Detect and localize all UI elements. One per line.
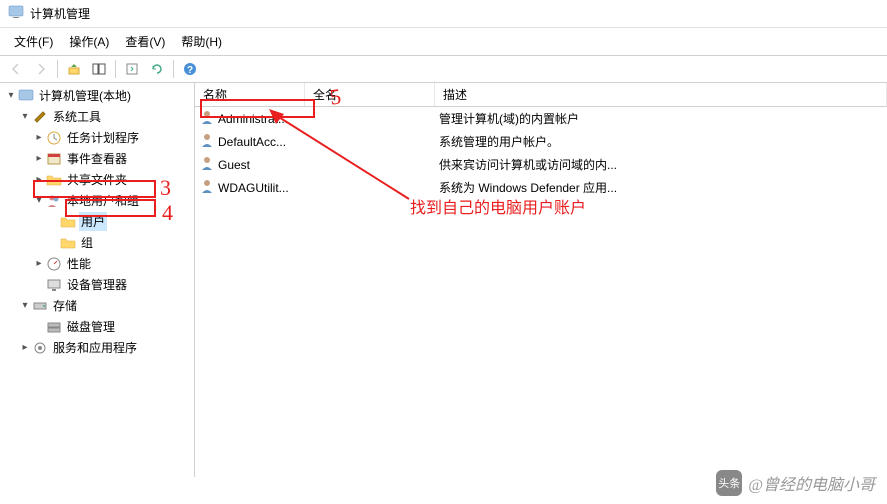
tree-event-viewer[interactable]: ▸ 事件查看器 xyxy=(0,148,194,169)
tools-icon xyxy=(32,109,48,125)
tree-label: 计算机管理(本地) xyxy=(37,86,133,105)
separator xyxy=(173,60,174,78)
tree-label: 存储 xyxy=(51,296,79,315)
column-name[interactable]: 名称 xyxy=(195,83,305,106)
window-title: 计算机管理 xyxy=(30,5,90,22)
tree-label: 磁盘管理 xyxy=(65,317,117,336)
user-name: WDAGUtilit... xyxy=(218,181,289,195)
column-fullname[interactable]: 全名 xyxy=(305,83,435,106)
menu-file[interactable]: 文件(F) xyxy=(6,30,61,53)
tree-label: 任务计划程序 xyxy=(65,128,141,147)
svg-text:?: ? xyxy=(187,65,193,76)
user-icon xyxy=(199,178,215,197)
toolbar: ? xyxy=(0,56,887,83)
user-icon xyxy=(199,132,215,151)
tree-label: 本地用户和组 xyxy=(65,191,141,210)
tree-performance[interactable]: ▸ 性能 xyxy=(0,253,194,274)
forward-button[interactable] xyxy=(29,58,53,80)
chevron-down-icon[interactable]: ▾ xyxy=(18,300,32,311)
disk-icon xyxy=(46,319,62,335)
user-desc: 系统为 Windows Defender 应用... xyxy=(439,179,883,196)
menu-view[interactable]: 查看(V) xyxy=(117,30,173,53)
chevron-right-icon[interactable]: ▸ xyxy=(18,342,32,353)
main-content: ▾ 计算机管理(本地) ▾ 系统工具 ▸ 任务计划程序 ▸ 事件查看器 ▸ 共享… xyxy=(0,83,887,477)
back-button[interactable] xyxy=(4,58,28,80)
chevron-right-icon[interactable]: ▸ xyxy=(32,258,46,269)
chevron-right-icon[interactable]: ▸ xyxy=(32,132,46,143)
user-row[interactable]: Administrat... 管理计算机(域)的内置帐户 xyxy=(195,107,887,130)
titlebar: 计算机管理 xyxy=(0,0,887,28)
users-group-icon xyxy=(46,193,62,209)
help-button[interactable]: ? xyxy=(178,58,202,80)
tree-panel: ▾ 计算机管理(本地) ▾ 系统工具 ▸ 任务计划程序 ▸ 事件查看器 ▸ 共享… xyxy=(0,83,195,477)
list-body: Administrat... 管理计算机(域)的内置帐户 DefaultAcc.… xyxy=(195,107,887,199)
watermark-logo-icon: 头条 xyxy=(716,470,742,496)
separator xyxy=(115,60,116,78)
separator xyxy=(57,60,58,78)
menubar: 文件(F) 操作(A) 查看(V) 帮助(H) xyxy=(0,28,887,56)
tree-shared-folders[interactable]: ▸ 共享文件夹 xyxy=(0,169,194,190)
user-row[interactable]: Guest 供来宾访问计算机或访问域的内... xyxy=(195,153,887,176)
tree-disk-management[interactable]: 磁盘管理 xyxy=(0,316,194,337)
folder-icon xyxy=(60,235,76,251)
tree-storage[interactable]: ▾ 存储 xyxy=(0,295,194,316)
refresh-button[interactable] xyxy=(145,58,169,80)
up-button[interactable] xyxy=(62,58,86,80)
user-name: Administrat... xyxy=(218,112,288,126)
chevron-right-icon[interactable]: ▸ xyxy=(32,153,46,164)
chevron-down-icon[interactable]: ▾ xyxy=(32,195,46,206)
user-desc: 管理计算机(域)的内置帐户 xyxy=(439,110,883,127)
device-icon xyxy=(46,277,62,293)
tree-label: 设备管理器 xyxy=(65,275,129,294)
folder-icon xyxy=(60,214,76,230)
user-desc: 系统管理的用户帐户。 xyxy=(439,133,883,150)
user-icon xyxy=(199,109,215,128)
tree-label: 服务和应用程序 xyxy=(51,338,139,357)
user-desc: 供来宾访问计算机或访问域的内... xyxy=(439,156,883,173)
tree-label: 事件查看器 xyxy=(65,149,129,168)
list-header: 名称 全名 描述 xyxy=(195,83,887,107)
user-icon xyxy=(199,155,215,174)
column-description[interactable]: 描述 xyxy=(435,83,887,106)
services-icon xyxy=(32,340,48,356)
storage-icon xyxy=(32,298,48,314)
watermark: 头条 @曾经的电脑小哥 xyxy=(716,470,875,496)
user-name: DefaultAcc... xyxy=(218,135,286,149)
chevron-down-icon[interactable]: ▾ xyxy=(4,90,18,101)
menu-help[interactable]: 帮助(H) xyxy=(173,30,230,53)
tree-services-apps[interactable]: ▸ 服务和应用程序 xyxy=(0,337,194,358)
app-icon xyxy=(8,4,24,23)
tree-groups[interactable]: 组 xyxy=(0,232,194,253)
tree-root[interactable]: ▾ 计算机管理(本地) xyxy=(0,85,194,106)
tree-task-scheduler[interactable]: ▸ 任务计划程序 xyxy=(0,127,194,148)
tree-label: 用户 xyxy=(79,212,107,231)
export-button[interactable] xyxy=(120,58,144,80)
tree-label: 系统工具 xyxy=(51,107,103,126)
tree-label: 共享文件夹 xyxy=(65,170,129,189)
user-row[interactable]: DefaultAcc... 系统管理的用户帐户。 xyxy=(195,130,887,153)
menu-action[interactable]: 操作(A) xyxy=(61,30,117,53)
tree-local-users[interactable]: ▾ 本地用户和组 xyxy=(0,190,194,211)
chevron-down-icon[interactable]: ▾ xyxy=(18,111,32,122)
tree-users[interactable]: 用户 xyxy=(0,211,194,232)
user-name: Guest xyxy=(218,158,250,172)
tree-system-tools[interactable]: ▾ 系统工具 xyxy=(0,106,194,127)
shared-folder-icon xyxy=(46,172,62,188)
tree-label: 性能 xyxy=(65,254,93,273)
clock-icon xyxy=(46,130,62,146)
list-panel: 名称 全名 描述 Administrat... 管理计算机(域)的内置帐户 De… xyxy=(195,83,887,477)
user-row[interactable]: WDAGUtilit... 系统为 Windows Defender 应用... xyxy=(195,176,887,199)
tree-label: 组 xyxy=(79,233,95,252)
chevron-right-icon[interactable]: ▸ xyxy=(32,174,46,185)
performance-icon xyxy=(46,256,62,272)
tree-device-manager[interactable]: 设备管理器 xyxy=(0,274,194,295)
show-hide-button[interactable] xyxy=(87,58,111,80)
watermark-author: @曾经的电脑小哥 xyxy=(748,471,875,495)
event-icon xyxy=(46,151,62,167)
computer-icon xyxy=(18,88,34,104)
